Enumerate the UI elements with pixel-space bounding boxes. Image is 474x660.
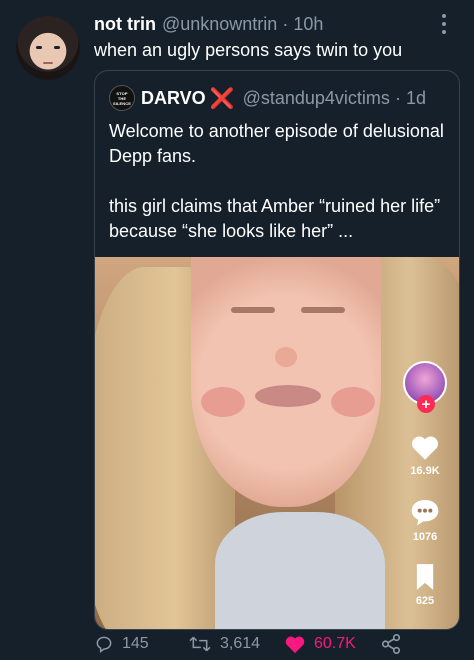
tweet-action-bar: 145 3,614 60.7K [94,632,424,656]
quoted-tweet-header: STOP THE SILENCE DARVO ❌ @standup4victim… [109,85,426,111]
cross-mark-emoji: ❌ [209,87,235,110]
tweet-text: when an ugly persons says twin to you [94,40,403,60]
video-thumbnail[interactable]: + 16.9K 1076 625 [95,257,459,629]
quoted-tweet-text: Welcome to another episode of delusional… [109,119,445,269]
follow-plus-button[interactable]: + [417,395,435,413]
separator-dot: · [394,87,401,108]
quoted-user-avatar[interactable]: STOP THE SILENCE [109,85,135,111]
quoted-timestamp[interactable]: 1d [406,88,426,109]
closed-eye [231,307,275,313]
user-handle[interactable]: @unknowntrin [162,14,277,35]
user-avatar[interactable] [16,16,80,80]
more-dots-icon[interactable] [440,14,448,34]
heart-icon [412,436,438,460]
quoted-paragraph: this girl claims that Amber “ruined her … [109,196,441,241]
separator-dot: · [282,14,289,34]
comment-bubble-icon [411,500,439,526]
like-count: 60.7K [314,635,356,652]
retweet-count: 3,614 [220,635,261,652]
avatar-eye [54,46,60,49]
video-like[interactable]: 16.9K [409,433,441,477]
reply-icon [96,636,112,653]
video-save[interactable]: 625 [412,563,438,607]
avatar-eye [36,46,42,49]
cheek [201,387,245,417]
share-button[interactable] [380,633,410,655]
retweet-button[interactable]: 3,614 [188,634,260,654]
heart-icon [285,636,305,654]
face [191,257,381,507]
video-comment[interactable]: 1076 [409,497,441,543]
reply-count: 145 [122,635,149,652]
creator-avatar[interactable]: + [403,361,447,413]
tweet-header: not trin @unknowntrin · 10h [94,14,434,36]
video-comment-count: 1076 [412,531,438,543]
video-action-rail: + 16.9K 1076 625 [397,361,453,607]
tweet-timestamp[interactable]: 10h [293,14,323,35]
video-save-count: 625 [415,595,435,607]
cheek [331,387,375,417]
lips [255,385,321,407]
nose [275,347,297,367]
quoted-tweet-card[interactable]: STOP THE SILENCE DARVO ❌ @standup4victim… [94,70,460,630]
like-button[interactable]: 60.7K [284,634,356,654]
avatar-mouth [43,62,53,64]
closed-eye [301,307,345,313]
quoted-display-name[interactable]: DARVO [141,88,206,109]
display-name[interactable]: not trin [94,14,156,35]
reply-button[interactable]: 145 [94,634,149,654]
bookmark-icon [416,564,434,590]
retweet-icon [189,636,211,652]
video-like-count: 16.9K [410,465,440,477]
avatar-text-line: SILENCE [112,100,132,106]
share-icon [381,634,401,654]
shirt [215,512,385,629]
quoted-user-handle[interactable]: @standup4victims [243,88,390,109]
quoted-paragraph: Welcome to another episode of delusional… [109,121,444,166]
